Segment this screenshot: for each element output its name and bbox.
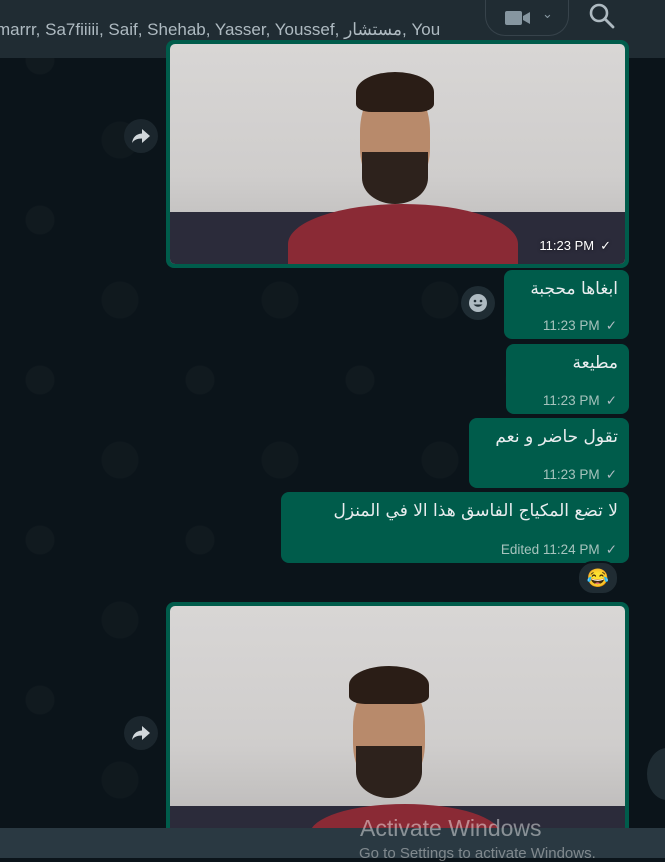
message-meta: 11:23 PM ✓ xyxy=(542,467,617,482)
forward-arrow-icon xyxy=(132,129,150,143)
video-camera-icon xyxy=(505,11,530,25)
activate-windows-subtitle: Go to Settings to activate Windows. xyxy=(359,845,596,862)
image-message[interactable]: 11:23 PM ✓ xyxy=(166,40,629,268)
photo-beard xyxy=(356,746,422,798)
message-bubble[interactable]: تقول حاضر و نعم 11:23 PM ✓ xyxy=(469,418,629,488)
forward-arrow-icon xyxy=(132,726,150,740)
activate-windows-title: Activate Windows xyxy=(360,815,542,841)
forward-button[interactable] xyxy=(124,119,158,153)
photo-person xyxy=(170,44,625,264)
image-message[interactable] xyxy=(166,602,629,842)
message-text: ابغاها محجبة xyxy=(530,279,618,299)
group-participants[interactable]: marrr, Sa7fiiiii, Saif, Shehab, Yasser, … xyxy=(0,20,440,40)
photo[interactable]: 11:23 PM ✓ xyxy=(170,44,625,264)
photo[interactable] xyxy=(170,606,625,838)
image-timestamp: 11:23 PM ✓ xyxy=(539,238,611,253)
message-meta: 11:23 PM ✓ xyxy=(542,393,617,408)
message-text: مطيعة xyxy=(572,353,619,373)
photo-beard xyxy=(362,152,428,204)
laughing-emoji: 😂 xyxy=(586,567,610,588)
message-reaction[interactable]: 😂 xyxy=(577,561,619,595)
photo-hair xyxy=(356,72,434,112)
sent-check-icon: ✓ xyxy=(605,542,617,557)
smiley-icon xyxy=(469,294,487,312)
message-meta: 11:23 PM ✓ xyxy=(542,318,617,333)
message-bubble[interactable]: مطيعة 11:23 PM ✓ xyxy=(506,344,629,414)
react-button[interactable] xyxy=(461,286,495,320)
video-call-button[interactable]: ⌄ xyxy=(485,0,569,36)
forward-button[interactable] xyxy=(124,716,158,750)
sent-check-icon: ✓ xyxy=(600,238,611,253)
sent-check-icon: ✓ xyxy=(605,318,617,333)
photo-hair xyxy=(349,666,429,704)
edited-label: Edited xyxy=(500,542,540,557)
message-bubble[interactable]: ابغاها محجبة 11:23 PM ✓ xyxy=(504,270,629,339)
message-text: تقول حاضر و نعم xyxy=(495,427,618,447)
sent-check-icon: ✓ xyxy=(605,467,617,482)
search-icon[interactable] xyxy=(588,2,616,30)
photo-person xyxy=(170,606,625,838)
message-bubble[interactable]: لا تضع المكياج الفاسق هذا الا في المنزل … xyxy=(281,492,629,563)
photo-shirt xyxy=(288,204,518,264)
message-text: لا تضع المكياج الفاسق هذا الا في المنزل xyxy=(333,501,618,521)
chevron-down-icon: ⌄ xyxy=(542,6,553,21)
sent-check-icon: ✓ xyxy=(605,393,617,408)
message-meta: Edited 11:24 PM ✓ xyxy=(500,542,617,557)
